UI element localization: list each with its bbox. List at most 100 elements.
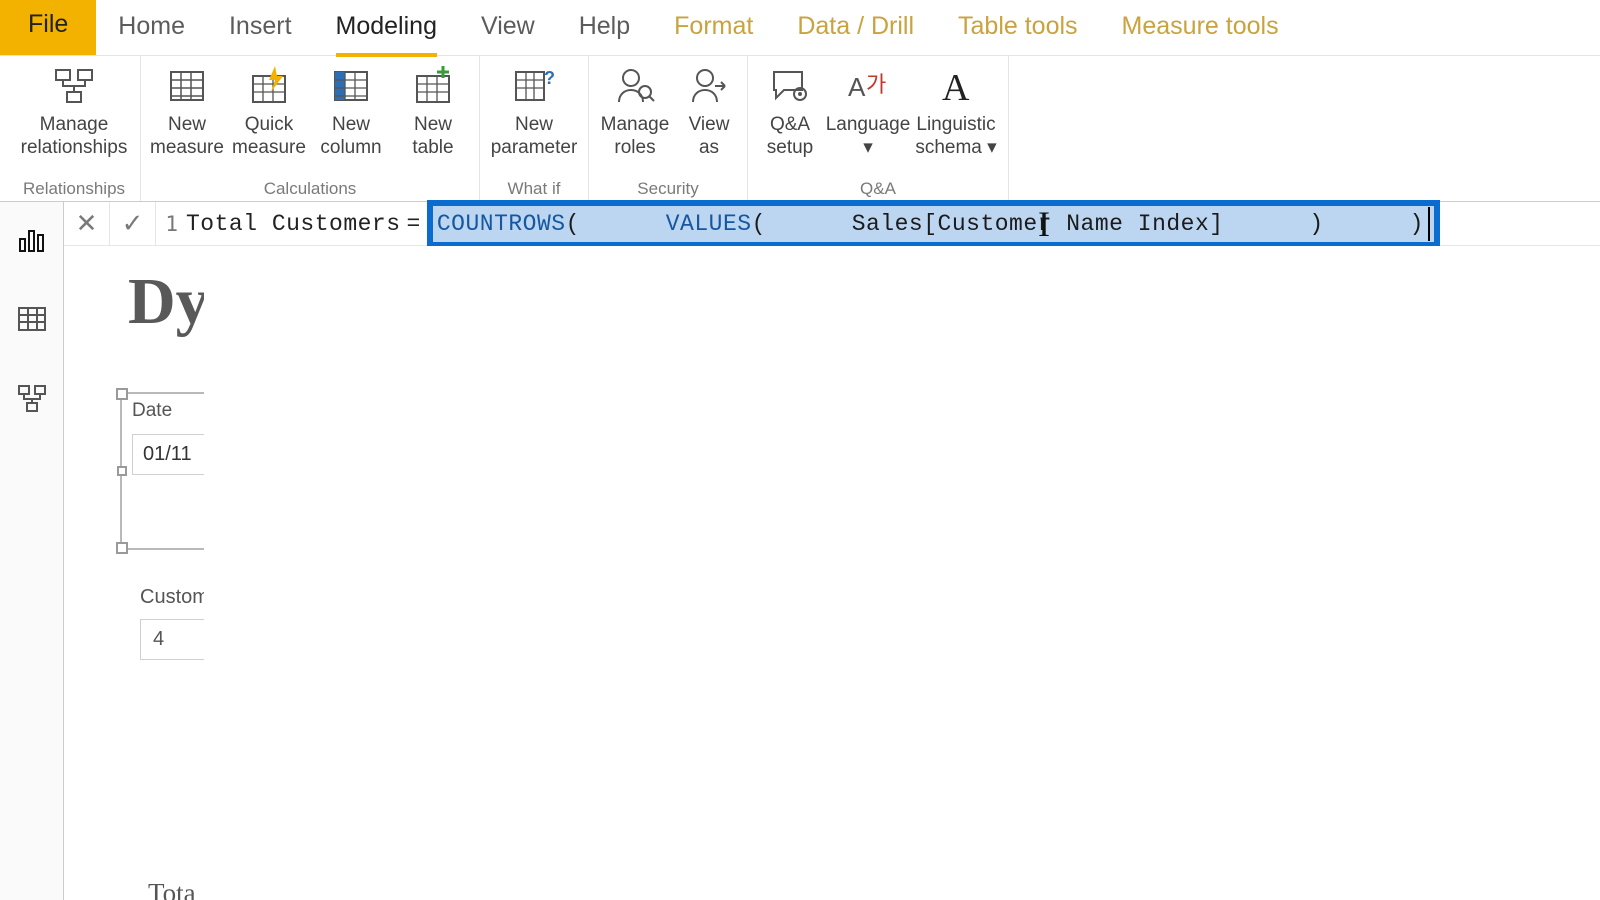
menu-home[interactable]: Home bbox=[96, 0, 207, 55]
slicer-value[interactable]: 4 bbox=[140, 619, 204, 660]
new-measure-button[interactable]: New measure bbox=[147, 62, 227, 160]
svg-text:A: A bbox=[848, 72, 866, 102]
ribbon-group-label: Calculations bbox=[147, 179, 473, 201]
quick-measure-button[interactable]: Quick measure bbox=[229, 62, 309, 160]
paren: ( bbox=[752, 211, 766, 237]
ribbon-btn-label: New bbox=[414, 114, 452, 137]
manage-relationships-button[interactable]: Manage relationships bbox=[14, 62, 134, 160]
grid-q-icon: ? bbox=[514, 62, 554, 110]
relationships-icon bbox=[54, 62, 94, 110]
ribbon-group-security: Manage roles View as Security bbox=[589, 56, 748, 201]
ribbon-btn-label: schema ▾ bbox=[915, 137, 996, 160]
ribbon-btn-label: column bbox=[320, 137, 381, 160]
ribbon-btn-label: ▾ bbox=[863, 137, 873, 160]
col-open: [ bbox=[923, 211, 937, 237]
svg-text:?: ? bbox=[544, 68, 554, 88]
column-ref: Customer Name Index bbox=[938, 211, 1210, 237]
menu-measure-tools[interactable]: Measure tools bbox=[1100, 0, 1301, 55]
svg-text:가: 가 bbox=[866, 72, 886, 97]
grid-col-icon bbox=[331, 62, 371, 110]
table-icon bbox=[16, 303, 48, 335]
ribbon-btn-label: measure bbox=[232, 137, 306, 160]
ribbon-btn-label: New bbox=[168, 114, 206, 137]
person-search-icon bbox=[615, 62, 655, 110]
commit-formula-button[interactable]: ✓ bbox=[110, 202, 156, 246]
text-caret bbox=[1428, 207, 1430, 241]
menu-table-tools[interactable]: Table tools bbox=[936, 0, 1100, 55]
qa-setup-button[interactable]: Q&A setup bbox=[754, 62, 826, 160]
ribbon-btn-label: Language bbox=[826, 114, 911, 137]
customers-slicer-visual[interactable]: Custom 4 bbox=[140, 586, 204, 660]
linguistic-schema-button[interactable]: A Linguistic schema ▾ bbox=[910, 62, 1002, 160]
ribbon-btn-label: New bbox=[515, 114, 553, 137]
view-rail bbox=[0, 202, 64, 900]
cancel-formula-button[interactable]: ✕ bbox=[64, 202, 110, 246]
data-view-button[interactable] bbox=[13, 300, 51, 338]
report-canvas[interactable]: Dy Date 01/11 Custom 4 Tota bbox=[64, 246, 204, 900]
menu-help[interactable]: Help bbox=[557, 0, 652, 55]
ribbon-group-qa: Q&A setup A가 Language ▾ A Linguistic sch… bbox=[748, 56, 1009, 201]
svg-text:A: A bbox=[942, 67, 970, 106]
new-table-button[interactable]: New table bbox=[393, 62, 473, 160]
model-view-button[interactable] bbox=[13, 380, 51, 418]
measure-name: Total Customers bbox=[186, 211, 401, 237]
slicer-label: Custom bbox=[140, 586, 204, 609]
ribbon-btn-label: Linguistic bbox=[916, 114, 995, 137]
manage-roles-button[interactable]: Manage roles bbox=[595, 62, 675, 160]
formula-input[interactable]: Total Customers = COUNTROWS ( VALUES ( S… bbox=[186, 200, 1440, 248]
ribbon-btn-label: Manage bbox=[40, 114, 109, 137]
grid-plus-icon bbox=[413, 62, 453, 110]
language-button[interactable]: A가 Language ▾ bbox=[828, 62, 908, 160]
paren: ) bbox=[1410, 211, 1424, 237]
menu-view[interactable]: View bbox=[459, 0, 557, 55]
paren: ( bbox=[566, 211, 580, 237]
ribbon-btn-label: roles bbox=[614, 137, 655, 160]
ribbon-group-whatif: ? New parameter What if bbox=[480, 56, 589, 201]
ribbon-btn-label: View bbox=[689, 114, 730, 137]
menu-insert[interactable]: Insert bbox=[207, 0, 314, 55]
menu-modeling[interactable]: Modeling bbox=[314, 0, 459, 55]
paren: ) bbox=[1309, 211, 1323, 237]
new-column-button[interactable]: New column bbox=[311, 62, 391, 160]
ribbon-group-relationships: Manage relationships Relationships bbox=[8, 56, 141, 201]
formula-dropdown-panel bbox=[204, 246, 1600, 900]
total-label: Tota bbox=[148, 878, 196, 900]
report-view-button[interactable] bbox=[13, 220, 51, 258]
page-title: Dy bbox=[64, 246, 204, 340]
menu-data-drill[interactable]: Data / Drill bbox=[775, 0, 936, 55]
lang-icon: A가 bbox=[848, 62, 888, 110]
col-close: ] bbox=[1209, 211, 1223, 237]
ribbon-btn-label: Manage bbox=[601, 114, 670, 137]
formula-line-number: 1 bbox=[156, 212, 186, 236]
date-slicer-visual[interactable]: Date 01/11 bbox=[120, 392, 204, 550]
formula-bar[interactable]: ✕ ✓ 1 Total Customers = COUNTROWS ( VALU… bbox=[64, 202, 1600, 246]
menu-format[interactable]: Format bbox=[652, 0, 775, 55]
fn-countrows: COUNTROWS bbox=[437, 211, 566, 237]
table-ref: Sales bbox=[852, 211, 924, 237]
ribbon-btn-label: parameter bbox=[491, 137, 578, 160]
file-tab[interactable]: File bbox=[0, 0, 96, 55]
slicer-label: Date bbox=[122, 394, 204, 428]
new-parameter-button[interactable]: ? New parameter bbox=[486, 62, 582, 160]
equals-sign: = bbox=[401, 211, 427, 237]
ribbon-btn-label: Q&A bbox=[770, 114, 810, 137]
ribbon-btn-label: New bbox=[332, 114, 370, 137]
bar-chart-icon bbox=[16, 223, 48, 255]
grid-flash-icon bbox=[249, 62, 289, 110]
view-as-button[interactable]: View as bbox=[677, 62, 741, 160]
model-icon bbox=[16, 383, 48, 415]
ribbon-btn-label: measure bbox=[150, 137, 224, 160]
bigA-icon: A bbox=[936, 62, 976, 110]
chat-gear-icon bbox=[770, 62, 810, 110]
ribbon-btn-label: setup bbox=[767, 137, 813, 160]
ribbon-group-label: What if bbox=[486, 179, 582, 201]
ribbon: Manage relationships Relationships New m… bbox=[0, 56, 1600, 202]
i-beam-cursor-icon: I bbox=[1038, 202, 1050, 246]
grid-icon bbox=[167, 62, 207, 110]
menubar: File Home Insert Modeling View Help Form… bbox=[0, 0, 1600, 56]
slicer-value[interactable]: 01/11 bbox=[132, 434, 204, 475]
person-arrow-icon bbox=[689, 62, 729, 110]
fn-values: VALUES bbox=[666, 211, 752, 237]
ribbon-btn-label: relationships bbox=[21, 137, 128, 160]
ribbon-btn-label: as bbox=[699, 137, 719, 160]
